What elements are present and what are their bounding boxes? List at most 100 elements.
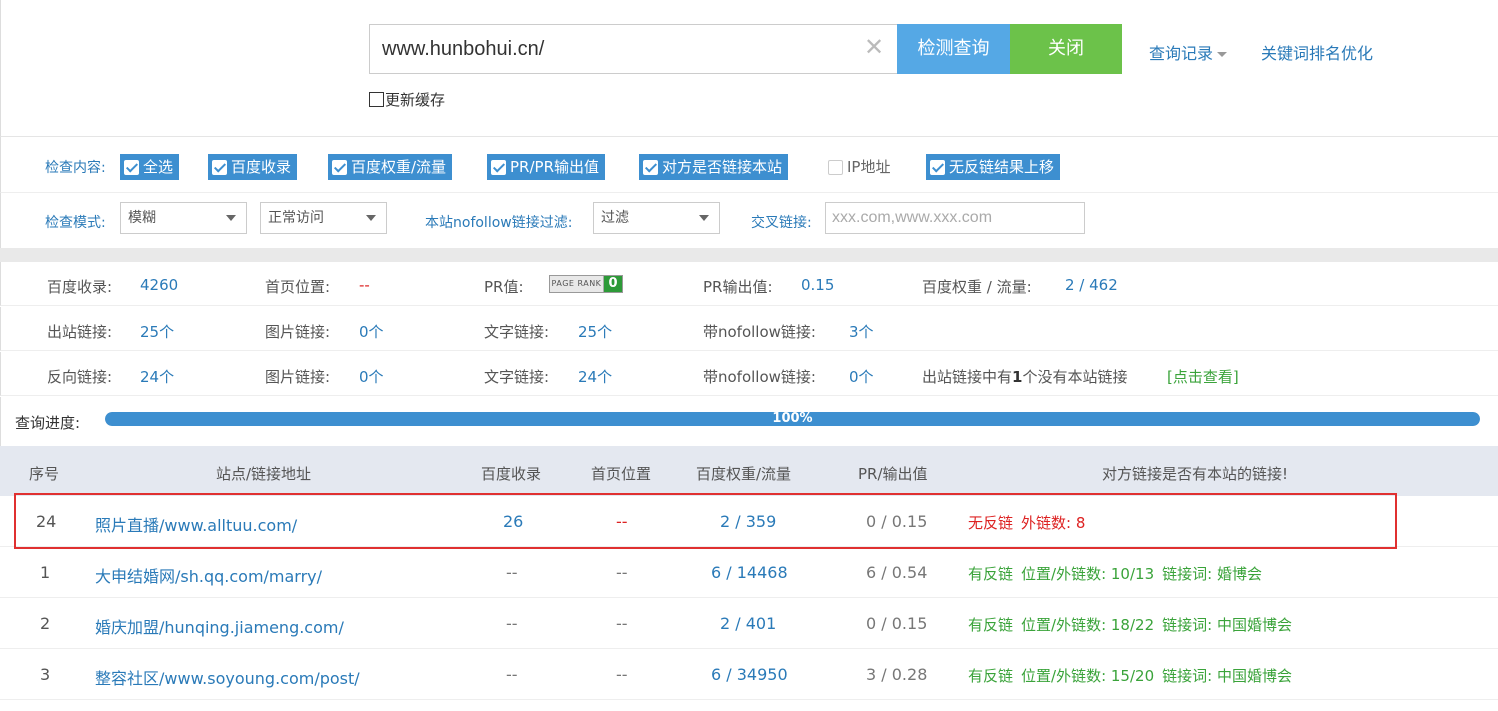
view-details-link[interactable]: [点击查看] [1167,366,1239,387]
checkbox-pr-output[interactable]: PR/PR输出值 [487,154,605,180]
url-input[interactable] [382,33,852,65]
clear-icon[interactable]: ✕ [863,34,885,60]
anchor-text: 链接词: 婚博会 [1162,565,1262,583]
pr-cell: 0 / 0.15 [866,614,928,633]
table-row[interactable]: 2 婚庆加盟/hunqing.jiameng.com/ -- -- 2 / 40… [0,598,1498,649]
table-row[interactable]: 3 整容社区/www.soyoung.com/post/ -- -- 6 / 3… [0,649,1498,700]
checkbox-backlink-check[interactable]: 对方是否链接本站 [639,154,789,180]
backlink-status-cell: 有反链 位置/外链数: 18/22 链接词: 中国婚博会 [968,614,1300,635]
col-header-number: 序号 [29,465,60,483]
pagerank-badge: PAGE RANK 0 [549,275,623,293]
check-query-button[interactable]: 检测查询 [897,24,1010,74]
homepage-cell: -- [616,512,628,531]
nofollow-links-label: 带nofollow链接: [703,368,816,386]
backlink-status-cell: 有反链 位置/外链数: 10/13 链接词: 婚博会 [968,563,1270,584]
query-history-label: 查询记录 [1149,44,1214,63]
close-button[interactable]: 关闭 [1010,24,1122,74]
nofollow-filter-select[interactable]: 过滤 [593,202,720,234]
pagerank-badge-value: 0 [604,276,622,292]
checkbox-checked-icon [491,159,506,175]
dropdown-arrow-icon [699,215,709,221]
outbound-links-label: 出站链接: [47,323,113,341]
query-progress-row: 查询进度: 100% [0,397,1498,446]
refresh-cache-label: 更新缓存 [385,91,446,109]
image-links-label: 图片链接: [265,323,331,341]
text-links-label: 文字链接: [484,368,550,386]
pr-output-label: PR输出值: [703,278,773,296]
nofollow-links-value: 0个 [849,368,874,386]
refresh-cache-option[interactable]: 更新缓存 [369,89,445,110]
pr-cell: 6 / 0.54 [866,563,928,582]
backlink-status: 无反链 [968,514,1014,532]
progress-bar: 100% [105,412,1480,426]
progress-label: 查询进度: [15,414,81,432]
checkbox-ip-address[interactable]: IP地址 [824,154,896,180]
url-search-box [369,24,897,74]
pagerank-badge-text: PAGE RANK [550,276,604,292]
note-suffix: 个没有本站链接 [1022,368,1128,386]
col-header-backlink-status: 对方链接是否有本站的链接! [1102,465,1289,483]
progress-percent: 100% [772,412,813,426]
check-content-label: 检查内容: [45,160,106,176]
checkbox-checked-icon [124,159,139,175]
table-row[interactable]: 1 大申结婚网/sh.qq.com/marry/ -- -- 6 / 14468… [0,547,1498,598]
search-section: ✕ 检测查询 关闭 查询记录 关键词排名优化 更新缓存 [0,0,1498,137]
stats-row-backlinks: 反向链接: 24个 图片链接: 0个 文字链接: 24个 带nofollow链接… [0,352,1498,396]
baidu-index-cell: -- [506,614,518,633]
anchor-text: 链接词: 中国婚博会 [1162,667,1292,685]
dropdown-arrow-icon [226,215,236,221]
text-links-label: 文字链接: [484,323,550,341]
site-link[interactable]: 大申结婚网/sh.qq.com/marry/ [95,563,322,587]
stats-row-outbound: 出站链接: 25个 图片链接: 0个 文字链接: 25个 带nofollow链接… [0,307,1498,351]
baidu-weight-value[interactable]: 2 / 462 [1065,276,1118,294]
dropdown-arrow-icon [366,215,376,221]
backlink-status-cell: 有反链 位置/外链数: 15/20 链接词: 中国婚博会 [968,665,1300,686]
position-outlink-count: 位置/外链数: 15/20 [1021,667,1155,685]
row-number: 2 [40,614,51,633]
pr-label: PR值: [484,278,524,296]
row-number: 1 [40,563,51,582]
backlink-status-cell: 无反链 外链数: 8 [968,512,1093,533]
baidu-index-value[interactable]: 4260 [140,276,178,294]
nofollow-links-label: 带nofollow链接: [703,323,816,341]
backlinks-label: 反向链接: [47,368,113,386]
col-header-pr: PR/输出值 [858,465,928,483]
baidu-weight-label: 百度权重 / 流量: [922,278,1032,296]
weight-cell: 2 / 401 [720,614,777,633]
baidu-index-cell: -- [506,563,518,582]
access-select[interactable]: 正常访问 [260,202,387,234]
query-history-dropdown[interactable]: 查询记录 [1149,40,1228,64]
cross-link-input[interactable] [825,202,1085,234]
keyword-ranking-link[interactable]: 关键词排名优化 [1261,40,1373,64]
mode-select[interactable]: 模糊 [120,202,247,234]
image-links-value: 0个 [359,323,384,341]
access-select-value: 正常访问 [268,210,324,226]
homepage-position-label: 首页位置: [265,278,331,296]
checkbox-select-all[interactable]: 全选 [120,154,180,180]
checkbox-no-backlink-up[interactable]: 无反链结果上移 [926,154,1061,180]
image-links-value: 0个 [359,368,384,386]
outbound-links-value: 25个 [140,323,175,341]
checkbox-baidu-weight[interactable]: 百度权重/流量 [328,154,453,180]
refresh-cache-checkbox[interactable] [369,92,384,107]
caret-down-icon [1217,52,1228,57]
col-header-site: 站点/链接地址 [216,465,312,483]
position-outlink-count: 位置/外链数: 18/22 [1021,616,1155,634]
section-divider [0,248,1498,262]
checkbox-label: PR/PR输出值 [510,158,599,176]
col-header-homepage: 首页位置 [591,465,652,483]
col-header-weight: 百度权重/流量 [696,465,792,483]
table-row[interactable]: 24 照片直播/www.alltuu.com/ 26 -- 2 / 359 0 … [0,496,1498,547]
checkbox-baidu-index[interactable]: 百度收录 [208,154,298,180]
cross-link-label: 交叉链接: [751,215,812,231]
site-link[interactable]: 婚庆加盟/hunqing.jiameng.com/ [95,614,344,638]
weight-cell: 6 / 14468 [711,563,788,582]
homepage-position-value: -- [359,276,370,294]
check-mode-row: 检查模式: 模糊 正常访问 本站nofollow链接过滤: 过滤 交叉链接: [0,193,1498,248]
baidu-index-cell: 26 [503,512,524,531]
missing-backlink-note: 出站链接中有1个没有本站链接 [922,366,1127,387]
col-header-baidu-index: 百度收录 [481,465,542,483]
checkbox-label: 百度收录 [231,158,292,176]
site-link[interactable]: 照片直播/www.alltuu.com/ [95,512,297,536]
site-link[interactable]: 整容社区/www.soyoung.com/post/ [95,665,360,689]
